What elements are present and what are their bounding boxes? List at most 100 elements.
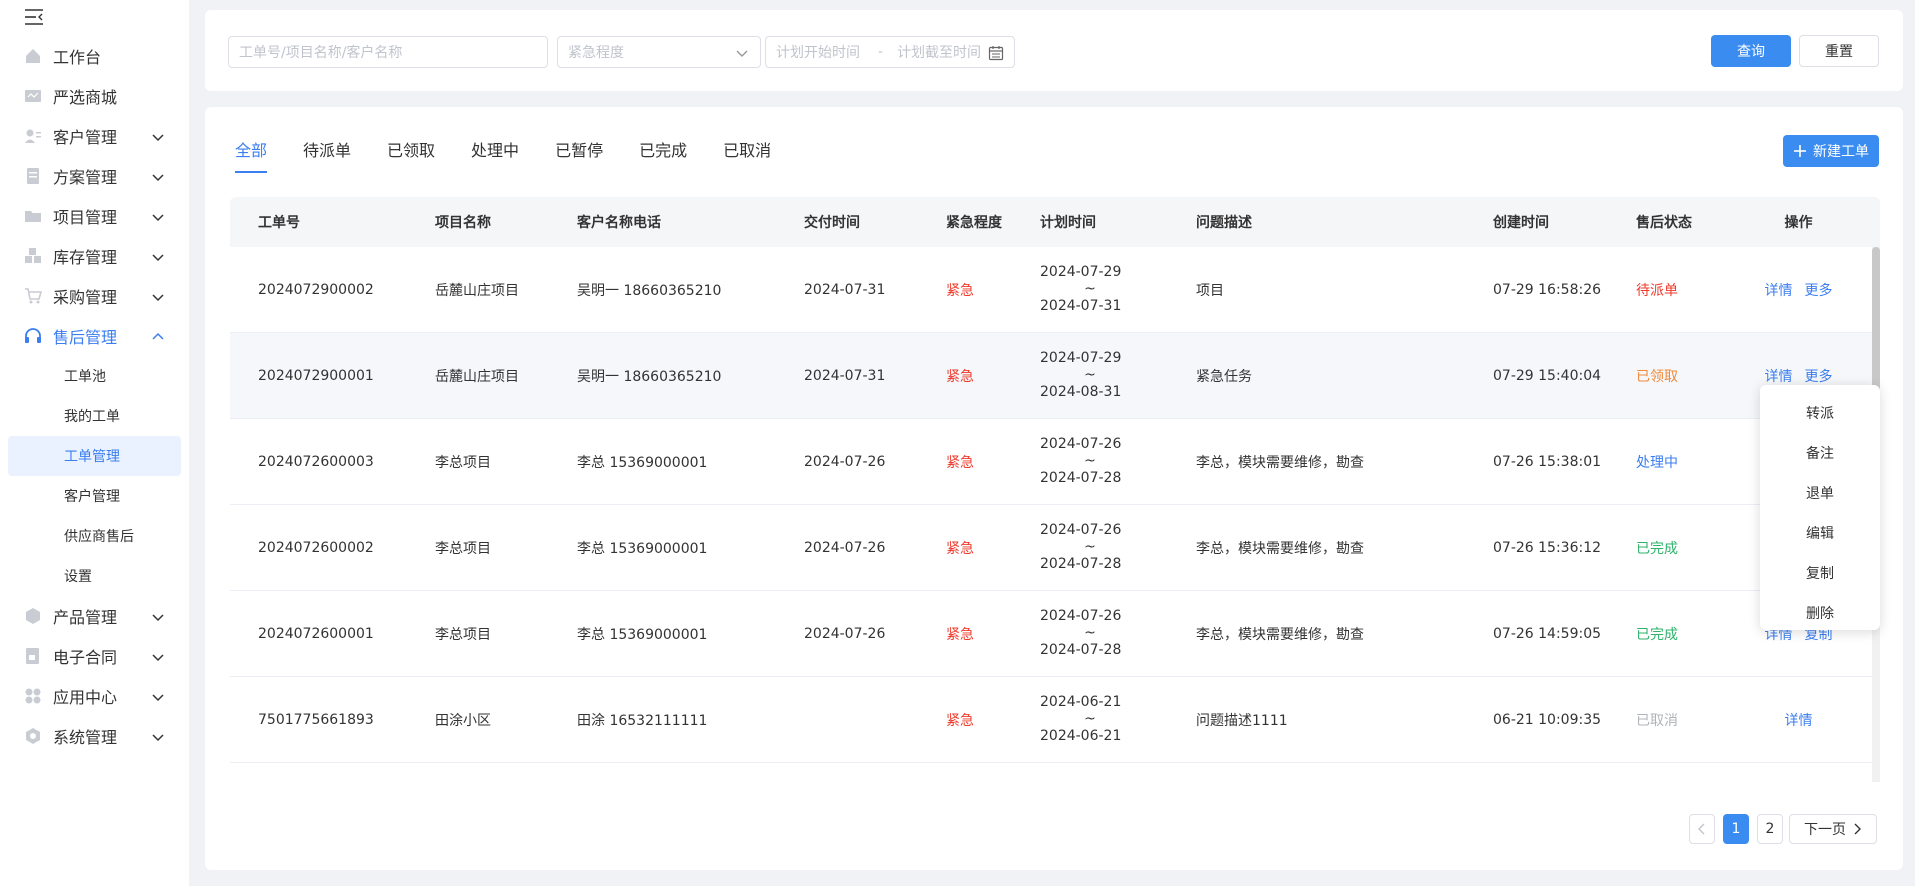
dropdown-item[interactable]: 编辑	[1760, 513, 1880, 553]
urgency-level: 紧急	[946, 540, 974, 557]
sidebar-item[interactable]: 售后管理	[0, 316, 189, 356]
sidebar-item-label: 工作台	[53, 48, 102, 67]
project-name: 李总项目	[435, 540, 491, 557]
plan-end-date: 2024-07-28	[1040, 642, 1122, 658]
new-work-order-label: 新建工单	[1813, 144, 1869, 160]
status-tab[interactable]: 全部	[235, 137, 268, 173]
sidebar-item[interactable]: 严选商城	[0, 76, 189, 116]
table-row[interactable]: 7501775661893 田涂小区 田涂 16532111111 紧急 2024-06…	[230, 677, 1880, 763]
after-sales-status: 已完成	[1636, 626, 1678, 643]
plus-icon	[1794, 145, 1806, 157]
urgency-placeholder: 紧急程度	[568, 45, 624, 61]
dropdown-item[interactable]: 退单	[1760, 473, 1880, 513]
status-tab[interactable]: 已领取	[387, 137, 435, 173]
dropdown-item[interactable]: 转派	[1760, 393, 1880, 433]
plan-start-date: 2024-07-26	[1040, 522, 1122, 538]
detail-link[interactable]: 详情	[1765, 283, 1793, 299]
created-time: 07-26 15:38:01	[1493, 453, 1602, 470]
page-1-button[interactable]: 1	[1723, 814, 1749, 844]
detail-link[interactable]: 详情	[1785, 713, 1813, 729]
status-tab[interactable]: 待派单	[303, 137, 351, 173]
issue-description: 紧急任务	[1196, 368, 1252, 385]
sidebar-item[interactable]: 电子合同	[0, 636, 189, 676]
sidebar-item[interactable]: 应用中心	[0, 676, 189, 716]
column-header: 创建时间	[1493, 215, 1549, 231]
urgency-select[interactable]: 紧急程度	[557, 36, 761, 68]
table-row[interactable]: 2024072600003 李总项目 李总 15369000001 2024-07-2…	[230, 419, 1880, 505]
submenu-item[interactable]: 工单池	[0, 356, 189, 396]
plan-start-date: 2024-07-29	[1040, 350, 1122, 366]
next-page-button[interactable]: 下一页	[1789, 814, 1877, 844]
sidebar-item[interactable]: 产品管理	[0, 596, 189, 636]
folder-icon	[24, 207, 42, 225]
issue-description: 李总，模块需要维修，勘查	[1196, 626, 1364, 643]
sidebar-item[interactable]: 系统管理	[0, 716, 189, 756]
status-tab[interactable]: 已取消	[723, 137, 771, 173]
project-name: 田涂小区	[435, 712, 491, 729]
sidebar-item[interactable]: 项目管理	[0, 196, 189, 236]
plan-date-range-picker[interactable]: 计划开始时间 - 计划截至时间	[765, 36, 1015, 68]
submenu-item[interactable]: 客户管理	[0, 476, 189, 516]
plan-start-date: 2024-07-29	[1040, 264, 1122, 280]
submenu-item[interactable]: 我的工单	[0, 396, 189, 436]
cart-icon	[24, 287, 42, 305]
sidebar-item-label: 电子合同	[53, 648, 118, 667]
work-order-table: 工单号 项目名称 客户名称电话 交付时间 紧急程度 计划时间 问题描述 创建时间 售后状态 操作 …	[230, 197, 1880, 782]
plan-end-date: 2024-08-31	[1040, 384, 1122, 400]
table-row[interactable]: 2024072900001 岳麓山庄项目 吴明一 18660365210 2024-0…	[230, 333, 1880, 419]
dropdown-item[interactable]: 复制	[1760, 553, 1880, 593]
sidebar-item-label: 系统管理	[53, 728, 118, 747]
status-tab[interactable]: 已完成	[639, 137, 687, 173]
box-icon	[24, 607, 42, 625]
reset-button[interactable]: 重置	[1799, 35, 1879, 67]
plan-date-separator: ~	[1084, 625, 1096, 641]
delivery-date: 2024-07-31	[804, 367, 886, 384]
menu-collapse-icon[interactable]	[24, 8, 44, 26]
dropdown-item[interactable]: 备注	[1760, 433, 1880, 473]
row-actions: 详情	[1717, 710, 1880, 730]
customer-contact: 李总 15369000001	[577, 454, 708, 471]
sidebar-item[interactable]: 工作台	[0, 36, 189, 76]
query-button[interactable]: 查询	[1711, 35, 1791, 67]
urgency-level: 紧急	[946, 368, 974, 385]
plan-date-separator: ~	[1084, 453, 1096, 469]
more-link[interactable]: 更多	[1805, 283, 1833, 299]
sidebar-item[interactable]: 客户管理	[0, 116, 189, 156]
submenu-item[interactable]: 设置	[0, 556, 189, 596]
submenu-item[interactable]: 工单管理	[8, 436, 181, 476]
sidebar-item[interactable]: 库存管理	[0, 236, 189, 276]
customer-contact: 李总 15369000001	[577, 540, 708, 557]
sidebar-item-label: 方案管理	[53, 168, 118, 187]
plan-time: 2024-06-21 ~2024-06-21	[1025, 694, 1168, 745]
table-row[interactable]: 2024072600002 李总项目 李总 15369000001 2024-07-2…	[230, 505, 1880, 591]
status-tab[interactable]: 处理中	[471, 137, 519, 173]
more-link[interactable]: 更多	[1805, 369, 1833, 385]
table-row[interactable]: 2024072600001 李总项目 李总 15369000001 2024-07-2…	[230, 591, 1880, 677]
issue-description: 李总，模块需要维修，勘查	[1196, 540, 1364, 557]
created-time: 07-26 15:36:12	[1493, 539, 1602, 556]
submenu-item[interactable]: 供应商售后	[0, 516, 189, 556]
chevron-down-icon	[151, 209, 165, 223]
sidebar-item-label: 严选商城	[53, 88, 118, 107]
table-scrollbar-thumb[interactable]	[1872, 247, 1880, 397]
plan-start-date: 2024-06-21	[1040, 694, 1122, 710]
headset-icon	[24, 327, 42, 345]
page-2-button[interactable]: 2	[1757, 814, 1783, 844]
sidebar-item-label: 项目管理	[53, 208, 118, 227]
keyword-search-input[interactable]: 工单号/项目名称/客户名称	[228, 36, 548, 68]
column-header: 计划时间	[1040, 215, 1096, 231]
dropdown-item[interactable]: 删除	[1760, 593, 1880, 633]
start-date-placeholder: 计划开始时间	[776, 45, 860, 61]
customer-contact: 吴明一 18660365210	[577, 282, 722, 299]
status-tab[interactable]: 已暂停	[555, 137, 603, 173]
chevron-down-icon	[151, 729, 165, 743]
prev-page-button[interactable]	[1689, 814, 1715, 844]
sidebar-item[interactable]: 方案管理	[0, 156, 189, 196]
table-row[interactable]: 2024072900002 岳麓山庄项目 吴明一 18660365210 2024-0…	[230, 247, 1880, 333]
detail-link[interactable]: 详情	[1765, 369, 1793, 385]
created-time: 07-29 15:40:04	[1493, 367, 1602, 384]
new-work-order-button[interactable]: 新建工单	[1783, 135, 1879, 167]
sidebar-item[interactable]: 采购管理	[0, 276, 189, 316]
after-sales-status: 已领取	[1636, 368, 1678, 385]
project-name: 李总项目	[435, 626, 491, 643]
